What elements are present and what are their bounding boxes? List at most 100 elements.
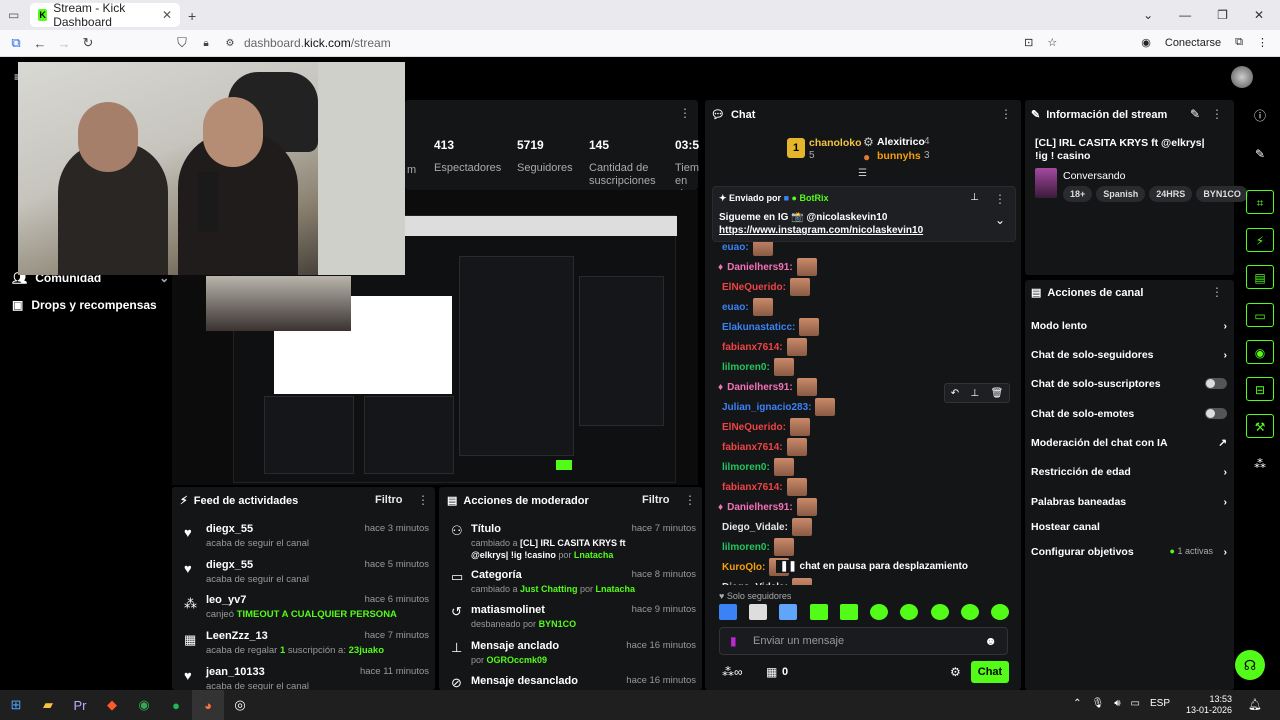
filter-button[interactable]: Filtro	[642, 494, 670, 506]
mod-desc-user[interactable]: BYN1CO	[539, 619, 577, 629]
emote-icon[interactable]	[809, 604, 828, 620]
chat-username[interactable]: Danielhers91:	[727, 502, 793, 513]
chat-username[interactable]: lilmoren0:	[722, 362, 770, 373]
menu-icon[interactable]: ⋮	[1257, 36, 1268, 49]
pin-icon[interactable]: ⊥	[970, 388, 979, 399]
mod-desc-user[interactable]: OGROccmk09	[487, 655, 548, 665]
spotify-icon[interactable]: ●	[160, 690, 192, 720]
lightning-icon[interactable]: ⚡︎	[1246, 228, 1274, 252]
windows-start-icon[interactable]: ⊞	[0, 690, 32, 720]
reader-icon[interactable]: ⊡	[1024, 36, 1033, 49]
feed-user[interactable]: jean_10133	[206, 666, 265, 678]
pen-icon[interactable]: ✎	[1246, 142, 1274, 166]
document-icon[interactable]: ▤	[1246, 265, 1274, 289]
pinned-user[interactable]: BotRix	[799, 193, 828, 203]
tab-list-icon[interactable]: ▭	[8, 8, 19, 22]
broadcast-icon[interactable]: ◉	[1246, 340, 1274, 364]
chat-message[interactable]: Elakunastaticc:	[718, 318, 820, 336]
action-banned-words[interactable]: Palabras baneadas ›	[1031, 496, 1227, 508]
battery-icon[interactable]: ▭	[1131, 698, 1140, 709]
chat-message[interactable]: fabianx7614:	[718, 478, 807, 496]
brave-icon[interactable]: ◆	[96, 690, 128, 720]
action-age-restriction[interactable]: Restricción de edad ›	[1031, 466, 1227, 478]
reload-icon[interactable]: ↻	[76, 35, 100, 51]
filter-button[interactable]: Filtro	[375, 494, 403, 506]
chat-message[interactable]: lilmoren0:	[718, 538, 794, 556]
shield-icon[interactable]: ⛉	[170, 35, 194, 51]
lock-icon[interactable]: 🔒︎	[194, 38, 218, 49]
connect-label[interactable]: Conectarse	[1165, 37, 1221, 49]
volume-icon[interactable]: 🔊︎	[1114, 698, 1120, 709]
new-tab-icon[interactable]: +	[188, 8, 196, 24]
chat-username[interactable]: KuroQlo:	[722, 562, 765, 573]
chat-username[interactable]: euao:	[722, 242, 749, 253]
support-icon[interactable]: ☊	[1235, 650, 1265, 680]
clock[interactable]: 13:53 13-01-2026	[1186, 694, 1232, 716]
pinned-link[interactable]: https://www.instagram.com/nicolaskevin10	[719, 225, 923, 236]
chat-username[interactable]: fabianx7614:	[722, 342, 783, 353]
chat-message[interactable]: fabianx7614:	[718, 438, 807, 456]
emote-icon[interactable]	[719, 604, 737, 620]
chat-username[interactable]: Danielhers91:	[727, 382, 793, 393]
action-host-channel[interactable]: Hostear canal	[1031, 521, 1227, 533]
maximize-icon[interactable]: ❐	[1217, 8, 1228, 22]
chat-message[interactable]: fabianx7614:	[718, 338, 807, 356]
permissions-icon[interactable]: ⚙	[218, 38, 242, 49]
file-explorer-icon[interactable]: ▰	[32, 690, 64, 720]
chat-username[interactable]: lilmoren0:	[722, 462, 770, 473]
notifications-icon[interactable]: 🔔︎	[1248, 698, 1262, 711]
chat-message[interactable]: lilmoren0:	[718, 458, 794, 476]
delete-icon[interactable]: 🗑︎	[991, 388, 1004, 399]
reply-icon[interactable]: ↶	[951, 388, 959, 399]
close-window-icon[interactable]: ✕	[1254, 8, 1264, 22]
more-options-icon[interactable]: ⋮	[684, 493, 696, 507]
chat-message[interactable]: ElNeQuerido:	[718, 278, 810, 296]
chat-username[interactable]: Diego_Vidale:	[722, 522, 788, 533]
emote-icon[interactable]	[749, 604, 768, 620]
close-tab-icon[interactable]: ✕	[162, 8, 172, 22]
more-options-icon[interactable]: ⋮	[1211, 285, 1223, 299]
emote-icon[interactable]	[930, 604, 949, 620]
mod-desc-user[interactable]: Lnatacha	[574, 550, 614, 560]
forward-icon[interactable]: →	[52, 36, 76, 51]
chat-message[interactable]: ♦ Danielhers91:	[718, 378, 817, 396]
store-icon[interactable]: ▦	[766, 665, 777, 679]
chat-settings-icon[interactable]: ⚙	[950, 665, 961, 679]
tray-expand-icon[interactable]: ⌃	[1073, 698, 1081, 709]
points-icon[interactable]: ⁂∞	[722, 665, 743, 679]
mod-item-name[interactable]: matiasmolinet	[471, 604, 545, 616]
browser-tab[interactable]: K Stream - Kick Dashboard ✕	[30, 1, 180, 29]
chat-username[interactable]: Elakunastaticc:	[722, 322, 795, 333]
chat-username[interactable]: lilmoren0:	[722, 542, 770, 553]
obs-icon[interactable]: ◎	[224, 690, 256, 720]
emote-icon[interactable]	[960, 604, 979, 620]
tab-dropdown-icon[interactable]: ⌄	[1143, 8, 1153, 22]
chat-message[interactable]: lilmoren0:	[718, 358, 794, 376]
community-icon[interactable]: ⁂	[1246, 452, 1274, 476]
chat-icon[interactable]: ▭	[1246, 303, 1274, 327]
microphone-icon[interactable]: 🎙︎	[1092, 698, 1105, 709]
emote-icon[interactable]	[870, 604, 889, 620]
emote-icon[interactable]	[779, 604, 798, 620]
more-options-icon[interactable]: ⋮	[679, 106, 691, 120]
more-options-icon[interactable]: ⋮	[1211, 107, 1223, 121]
chat-username[interactable]: Julian_ignacio283:	[722, 402, 811, 413]
chat-username[interactable]: ElNeQuerido:	[722, 422, 786, 433]
chat-username[interactable]: Danielhers91:	[727, 262, 793, 273]
wrench-icon[interactable]: ⚒	[1246, 414, 1274, 438]
chat-username[interactable]: fabianx7614:	[722, 442, 783, 453]
feed-user[interactable]: leo_yv7	[206, 594, 246, 606]
firefox-icon[interactable]: ◕	[192, 690, 224, 720]
chat-username[interactable]: ElNeQuerido:	[722, 282, 786, 293]
emote-icon[interactable]	[900, 604, 919, 620]
chat-message[interactable]: ♦ Danielhers91:	[718, 258, 817, 276]
action-slow-mode[interactable]: Modo lento ›	[1031, 320, 1227, 332]
clip-icon[interactable]: ⌗	[1246, 190, 1274, 214]
nav-item-drops[interactable]: ▣ Drops y recompensas	[12, 298, 157, 312]
info-icon[interactable]: ⓘ	[1246, 104, 1274, 128]
feed-user[interactable]: diegx_55	[206, 559, 253, 571]
chat-username[interactable]: Diego_Vidale:	[722, 582, 788, 586]
more-options-icon[interactable]: ⋮	[417, 493, 429, 507]
emote-icon[interactable]	[990, 604, 1009, 620]
chat-message[interactable]: ElNeQuerido:	[718, 418, 810, 436]
